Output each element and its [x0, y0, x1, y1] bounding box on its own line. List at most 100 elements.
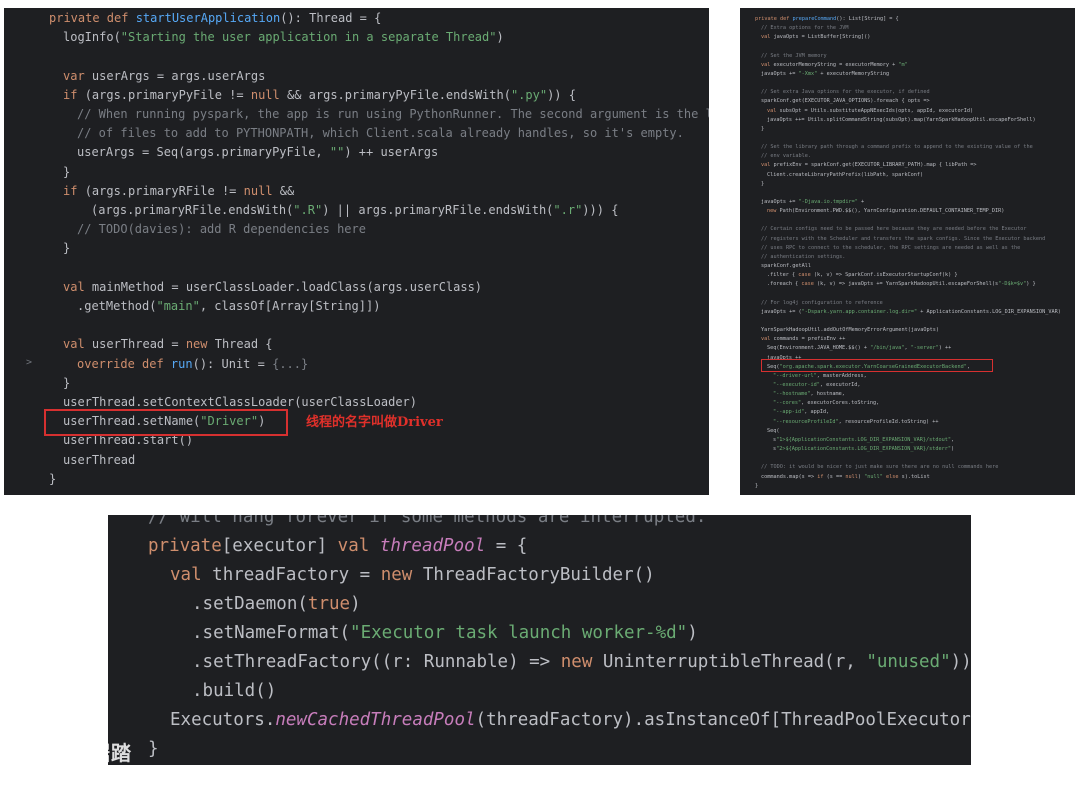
code-token: ) ++ userArgs [344, 145, 439, 160]
code-token: "-Dspark.yarn.app.container.log.dir=" [801, 308, 918, 315]
code-token: "" [329, 145, 345, 160]
code-token: } [761, 180, 765, 187]
code-token: , classOf[Array[String]]) [199, 299, 381, 313]
code-token: val [63, 337, 92, 352]
code-token: ".R" [293, 203, 323, 217]
code-token: )) [950, 652, 971, 672]
code-line: // Extra options for the JVM [761, 25, 848, 31]
code-line: (args.primaryRFile.endsWith(".R") || arg… [91, 203, 618, 217]
code-token: if [63, 87, 85, 102]
code-token: "-Djava.io.tmpdir=" [798, 199, 858, 205]
code-token: logInfo( [63, 30, 121, 45]
code-token: null [845, 473, 858, 480]
code-token: .foreach { [767, 281, 802, 288]
code-token: ) [350, 594, 361, 614]
code-token: Path(Environment.PWD.$$(), YarnConfigura… [779, 208, 1005, 215]
code-line: if (args.primaryRFile != null && [63, 184, 294, 198]
code-line: // Set extra Java options for the execut… [761, 89, 930, 95]
code-token: val [337, 536, 380, 556]
code-token: , resourceProfileId.toString) ++ [838, 418, 939, 425]
code-line: } [63, 165, 70, 179]
code-token: null [243, 183, 280, 198]
code-token: // Set the library path through a comman… [761, 144, 1033, 151]
code-panel-start-user-application: private def startUserApplication(): Thre… [4, 8, 709, 495]
code-line: // authentication settings. [761, 254, 845, 260]
code-token: "1>${ApplicationConstants.LOG_DIR_EXPANS… [776, 436, 952, 443]
code-token: (k, v) => SparkConf.isExecutorStartupCon… [813, 272, 958, 279]
code-token: sparkConf.get(EXECUTOR_JAVA_OPTIONS).for… [761, 98, 930, 105]
code-token: "--resourceProfileId" [773, 418, 839, 425]
code-token: , masterAddress, [816, 372, 867, 379]
code-line: .foreach { case (k, v) => javaOpts += Ya… [767, 281, 1036, 287]
watermark-logo-icon [8, 738, 46, 764]
code-line: logInfo("Starting the user application i… [63, 30, 504, 44]
code-line: userArgs = Seq(args.primaryPyFile, "") +… [77, 145, 438, 159]
code-line: // will hang forever if some methods are… [148, 515, 706, 527]
code-line: } [49, 472, 56, 486]
code-token: commands = prefixEnv ++ [773, 336, 846, 343]
code-token: // When running pyspark, the app is run … [77, 107, 709, 121]
code-line: // env variable. [761, 153, 811, 159]
code-line: val userThread = new Thread { [63, 337, 273, 351]
code-line: "--hostname", hostname, [773, 391, 845, 397]
code-token: case [798, 272, 814, 279]
code-token: , hostname, [810, 391, 845, 398]
code-line: } [148, 739, 159, 759]
code-token: && [279, 183, 295, 198]
code-line: s"2>${ApplicationConstants.LOG_DIR_EXPAN… [773, 446, 954, 452]
code-token: "Executor task launch worker-%d" [350, 623, 688, 643]
code-token: , executorCores.toString, [801, 400, 880, 407]
code-token: "/bin/java" [870, 345, 905, 352]
code-token: threadFactory = [212, 565, 381, 585]
code-token: , appId, [804, 409, 830, 416]
code-line: private def startUserApplication(): Thre… [49, 11, 381, 25]
code-line: sparkConf.getAll [761, 263, 811, 269]
code-token: "--app-id" [773, 409, 805, 416]
code-line: } [63, 241, 70, 255]
code-line: val prefixEnv = sparkConf.get(EXECUTOR_L… [761, 162, 977, 168]
code-line: s"1>${ApplicationConstants.LOG_DIR_EXPAN… [773, 437, 954, 443]
code-line: } [63, 376, 70, 390]
code-token: , executorId, [819, 382, 861, 388]
code-line: javaOpts += "-Xmx" + executorMemoryStrin… [761, 71, 889, 77]
code-token: "--executor-id" [773, 382, 820, 388]
code-token: javaOpts += ( [761, 308, 802, 315]
code-line: override def run(): Unit = {...} [77, 357, 308, 371]
fold-arrow-icon[interactable]: > [26, 357, 32, 368]
code-token: ) [496, 30, 504, 45]
code-token: } [148, 739, 159, 759]
code-token: ".py" [510, 87, 548, 102]
code-line: // of files to add to PYTHONPATH, which … [77, 126, 684, 140]
code-line: private def prepareCommand(): List[Strin… [755, 16, 899, 22]
code-token: ) ++ [938, 345, 952, 352]
code-token: [executor] [221, 536, 338, 556]
code-panel-prepare-command: private def prepareCommand(): List[Strin… [740, 8, 1075, 495]
code-line: val commands = prefixEnv ++ [761, 336, 845, 342]
code-line: if (args.primaryPyFile != null && args.p… [63, 88, 576, 102]
code-line: .getMethod("main", classOf[Array[String]… [77, 299, 380, 313]
code-token: + ApplicationConstants.LOG_DIR_EXPANSION… [917, 308, 1061, 315]
code-token: javaOpts ++= Utils.splitCommandString(su… [767, 116, 1036, 123]
code-token: userThread.setContextClassLoader(userCla… [63, 395, 418, 409]
code-line: val javaOpts = ListBuffer[String]() [761, 34, 870, 40]
code-token: // TODO(davies): add R dependencies here [77, 222, 366, 237]
code-token: (threadFactory).asInstanceOf[ThreadPoolE… [475, 710, 971, 730]
code-token: .setThreadFactory((r: Runnable) => [192, 652, 561, 672]
code-line: javaOpts ++= Utils.splitCommandString(su… [767, 117, 1036, 123]
code-token: )) { [547, 87, 576, 102]
code-line: .setThreadFactory((r: Runnable) => new U… [192, 652, 971, 672]
code-token: startUserApplication [135, 11, 281, 25]
code-token: // authentication settings. [761, 253, 846, 260]
code-line: "--resourceProfileId", resourceProfileId… [773, 419, 939, 425]
code-token: "-Xmx" [798, 70, 818, 77]
code-line: // TODO(davies): add R dependencies here [77, 222, 366, 236]
code-token: "--driver-url" [773, 372, 817, 379]
code-token: // uses RPC to connect to the scheduler,… [761, 244, 1021, 251]
code-token: "unused" [866, 652, 951, 672]
code-line: } [755, 483, 758, 489]
code-token: (k, v) => javaOpts += YarnSparkHadoopUti… [816, 281, 999, 288]
code-token: + executorMemoryString [817, 70, 890, 77]
code-line: "--app-id", appId, [773, 409, 829, 415]
code-line: } [761, 126, 764, 132]
code-token: Executors. [170, 710, 276, 730]
